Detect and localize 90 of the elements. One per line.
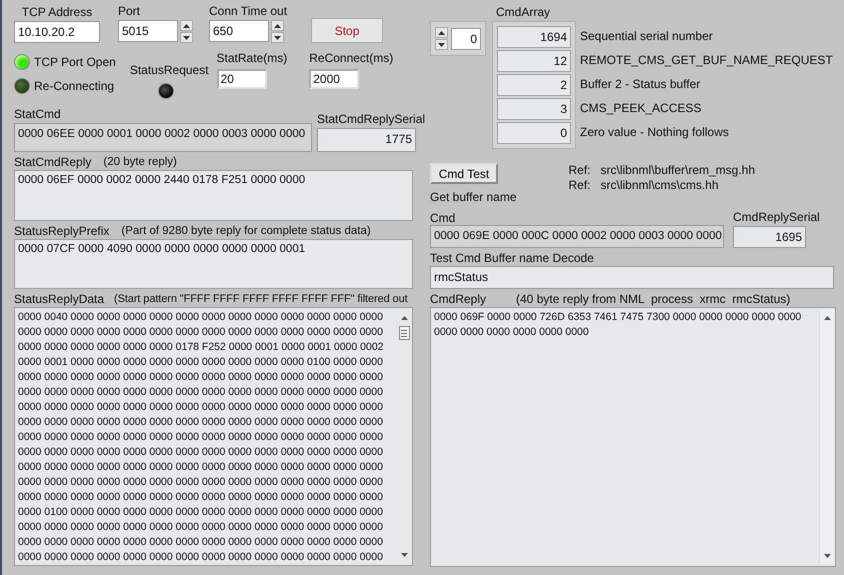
- scroll-up-icon[interactable]: [824, 316, 831, 320]
- status-reply-prefix-label: StatusReplyPrefix: [14, 224, 110, 238]
- down-arrow-icon: [183, 36, 190, 40]
- led-indicator[interactable]: [158, 83, 174, 99]
- down-arrow-icon: [438, 42, 445, 46]
- port-label: Port: [118, 4, 142, 18]
- status-reply-data-label: StatusReplyData: [14, 292, 104, 306]
- cmd-reply-serial-field: 1695: [733, 226, 806, 248]
- up-arrow-icon: [183, 24, 190, 28]
- hex-line: 0000 0000 0000 0000 0000 0000 0000 0000 0000 0000 0000 0000 0000 0000: [18, 475, 384, 490]
- array-description: Buffer 2 - Status buffer: [580, 76, 702, 93]
- stat-rate-label: StatRate(ms): [216, 51, 288, 65]
- increment-button[interactable]: [435, 27, 448, 38]
- conn-timeout-field[interactable]: 650: [209, 20, 269, 42]
- port-field[interactable]: 5015: [118, 20, 178, 42]
- stop-button[interactable]: Stop: [311, 18, 384, 43]
- down-arrow-icon: [274, 36, 281, 40]
- stat-rate-field[interactable]: 20: [216, 69, 267, 89]
- tcp-address-field[interactable]: 10.10.20.2: [14, 21, 100, 43]
- hex-line: 0000 0000 0000 0000 0000 0000 0000 0000 0000 0000 0000 0000 0000 0000: [18, 325, 384, 340]
- array-description: REMOTE_CMS_GET_BUF_NAME_REQUEST: [580, 52, 833, 69]
- stat-cmd-reply-note: (20 byte reply): [103, 155, 177, 169]
- hex-line: 0000 0001 0000 0000 0000 0000 0000 0000 0000 0000 0000 0100 0000 0000: [18, 355, 384, 370]
- hex-line: 0000 0040 0000 0000 0000 0000 0000 0000 0000 0000 0000 0000 0000 0000: [18, 310, 384, 325]
- cmd-reply-serial-label: CmdReplySerial: [733, 210, 820, 224]
- stat-cmd-field: 0000 06EE 0000 0001 0000 0002 0000 0003 0000 0000: [14, 123, 312, 152]
- stat-cmd-label: StatCmd: [14, 107, 62, 121]
- hex-line: 0000 07CF 0000 4090 0000 0000 0000 0000 0000 0001: [18, 242, 306, 257]
- array-cell[interactable]: 1694: [497, 26, 571, 48]
- ref-label: Ref:: [568, 178, 591, 193]
- hex-line: 0000 0000 0000 0000 0000 0000 0000 0000 0000 0000 0000 0000 0000 0000: [18, 430, 384, 445]
- hex-line: 0000 0000 0000 0000 0000 0000 0000 0000 0000 0000 0000 0000 0000 0000: [18, 550, 384, 565]
- ref-path: src\libnml\buffer\rem_msg.hh: [600, 163, 756, 178]
- hex-line: 0000 0000 0000 0000 0000 0000 0000 0000 0000 0000 0000 0000 0000 0000: [18, 535, 384, 550]
- array-index-control[interactable]: 0: [430, 21, 486, 56]
- hex-line: 0000 0000 0000 0000 0000 0000 0000 0000 0000 0000 0000 0000 0000 0000: [18, 520, 384, 535]
- array-index-field[interactable]: 0: [451, 28, 481, 50]
- up-arrow-icon: [274, 24, 281, 28]
- tcp-address-label: TCP Address: [22, 5, 92, 19]
- scroll-down-icon[interactable]: [824, 554, 831, 558]
- hex-line: 0000 06EF 0000 0002 0000 2440 0178 F251 0000 0000: [18, 173, 306, 188]
- decode-field: rmcStatus: [430, 266, 834, 289]
- cmd-test-caption: Get buffer name: [430, 190, 516, 204]
- status-request-label: StatusRequest: [130, 63, 209, 77]
- decrement-button[interactable]: [435, 39, 448, 50]
- cmd-reply-note: (40 byte reply from NML process xrmc rmcStatus): [516, 292, 790, 306]
- array-cell[interactable]: 12: [497, 50, 571, 72]
- hex-line: 0000 0000 0000 0000 0000 0000 0000 0000 0000 0000 0000 0000 0000 0000: [18, 400, 384, 415]
- decode-label: Test Cmd Buffer name Decode: [430, 251, 595, 265]
- led-label: Re-Connecting: [34, 79, 114, 93]
- ref-path: src\libnml\cms\cms.hh: [600, 178, 719, 193]
- hex-line: 0000 0000 0000 0000 0000 0000 0178 F252 0000 0001 0000 0001 0000 0002: [18, 340, 385, 355]
- array-description: CMS_PEEK_ACCESS: [580, 100, 702, 117]
- hex-line: 0000 0000 0000 0000 0000 0000 0000 0000 0000 0000 0000 0000 0000 0000: [18, 415, 384, 430]
- ref-label: Ref:: [568, 163, 591, 178]
- hex-line: 0000 0000 0000 0000 0000 0000 0000 0000 0000 0000 0000 0000 0000 0000: [18, 490, 384, 505]
- status-reply-data-note: (Start pattern "FFFF FFFF FFFF FFFF FFFF FFF" filtered out: [114, 292, 408, 306]
- stat-cmd-reply-serial-field: 1775: [317, 128, 416, 152]
- array-cell[interactable]: 2: [497, 74, 571, 96]
- hex-line: 0000 0000 0000 0000 0000 0000 0000 0000 0000 0000 0000 0000 0000 0000: [18, 445, 384, 460]
- cmd-reply-label: CmdReply: [430, 292, 486, 306]
- scroll-down-icon[interactable]: [400, 553, 408, 557]
- led-label: TCP Port Open: [34, 55, 116, 69]
- hex-line: 0000 069F 0000 0000 726D 6353 7461 7475 7300 0000 0000 0000 0000 0000: [434, 310, 802, 325]
- stat-cmd-reply-label: StatCmdReply: [14, 155, 92, 169]
- array-description: Sequential serial number: [580, 28, 714, 45]
- status-reply-prefix-note: (Part of 9280 byte reply for complete status data): [121, 224, 371, 238]
- hex-line: 0000 0100 0000 0000 0000 0000 0000 0000 0000 0000 0000 0000 0000 0000: [18, 505, 384, 520]
- hex-line: 0000 0000 0000 0000 0000 0000 0000 0000 0000 0000 0000 0000 0000 0000: [18, 370, 384, 385]
- array-cell[interactable]: 3: [497, 98, 571, 120]
- array-cell[interactable]: 0: [497, 122, 571, 144]
- reconnect-label: ReConnect(ms): [309, 51, 394, 65]
- decrement-button[interactable]: [271, 32, 284, 43]
- cmd-array-label: CmdArray: [496, 5, 550, 19]
- reconnect-field[interactable]: 2000: [309, 69, 360, 89]
- cmd-label: Cmd: [430, 211, 456, 225]
- cmd-field: 0000 069E 0000 000C 0000 0002 0000 0003 0000 0000: [430, 225, 724, 248]
- cmd-test-button[interactable]: Cmd Test: [430, 163, 498, 184]
- array-description: Zero value - Nothing follows: [580, 124, 730, 141]
- hex-line: 0000 0000 0000 0000 0000 0000 0000 0000 0000 0000 0000 0000 0000 0000: [18, 460, 384, 475]
- stat-cmd-reply-serial-label: StatCmdReplySerial: [317, 112, 426, 126]
- up-arrow-icon: [438, 30, 445, 34]
- hex-line: 0000 0000 0000 0000 0000 0000 0000 0000 0000 0000 0000 0000 0000 0000: [18, 385, 384, 400]
- decrement-button[interactable]: [180, 32, 193, 43]
- scroll-up-icon[interactable]: [400, 316, 408, 320]
- conn-timeout-label: Conn Time out: [209, 4, 288, 18]
- hex-line: 0000 0000 0000 0000 0000 0000: [434, 325, 590, 340]
- increment-button[interactable]: [180, 20, 193, 31]
- increment-button[interactable]: [271, 20, 284, 31]
- scrollbar-thumb[interactable]: [398, 326, 410, 340]
